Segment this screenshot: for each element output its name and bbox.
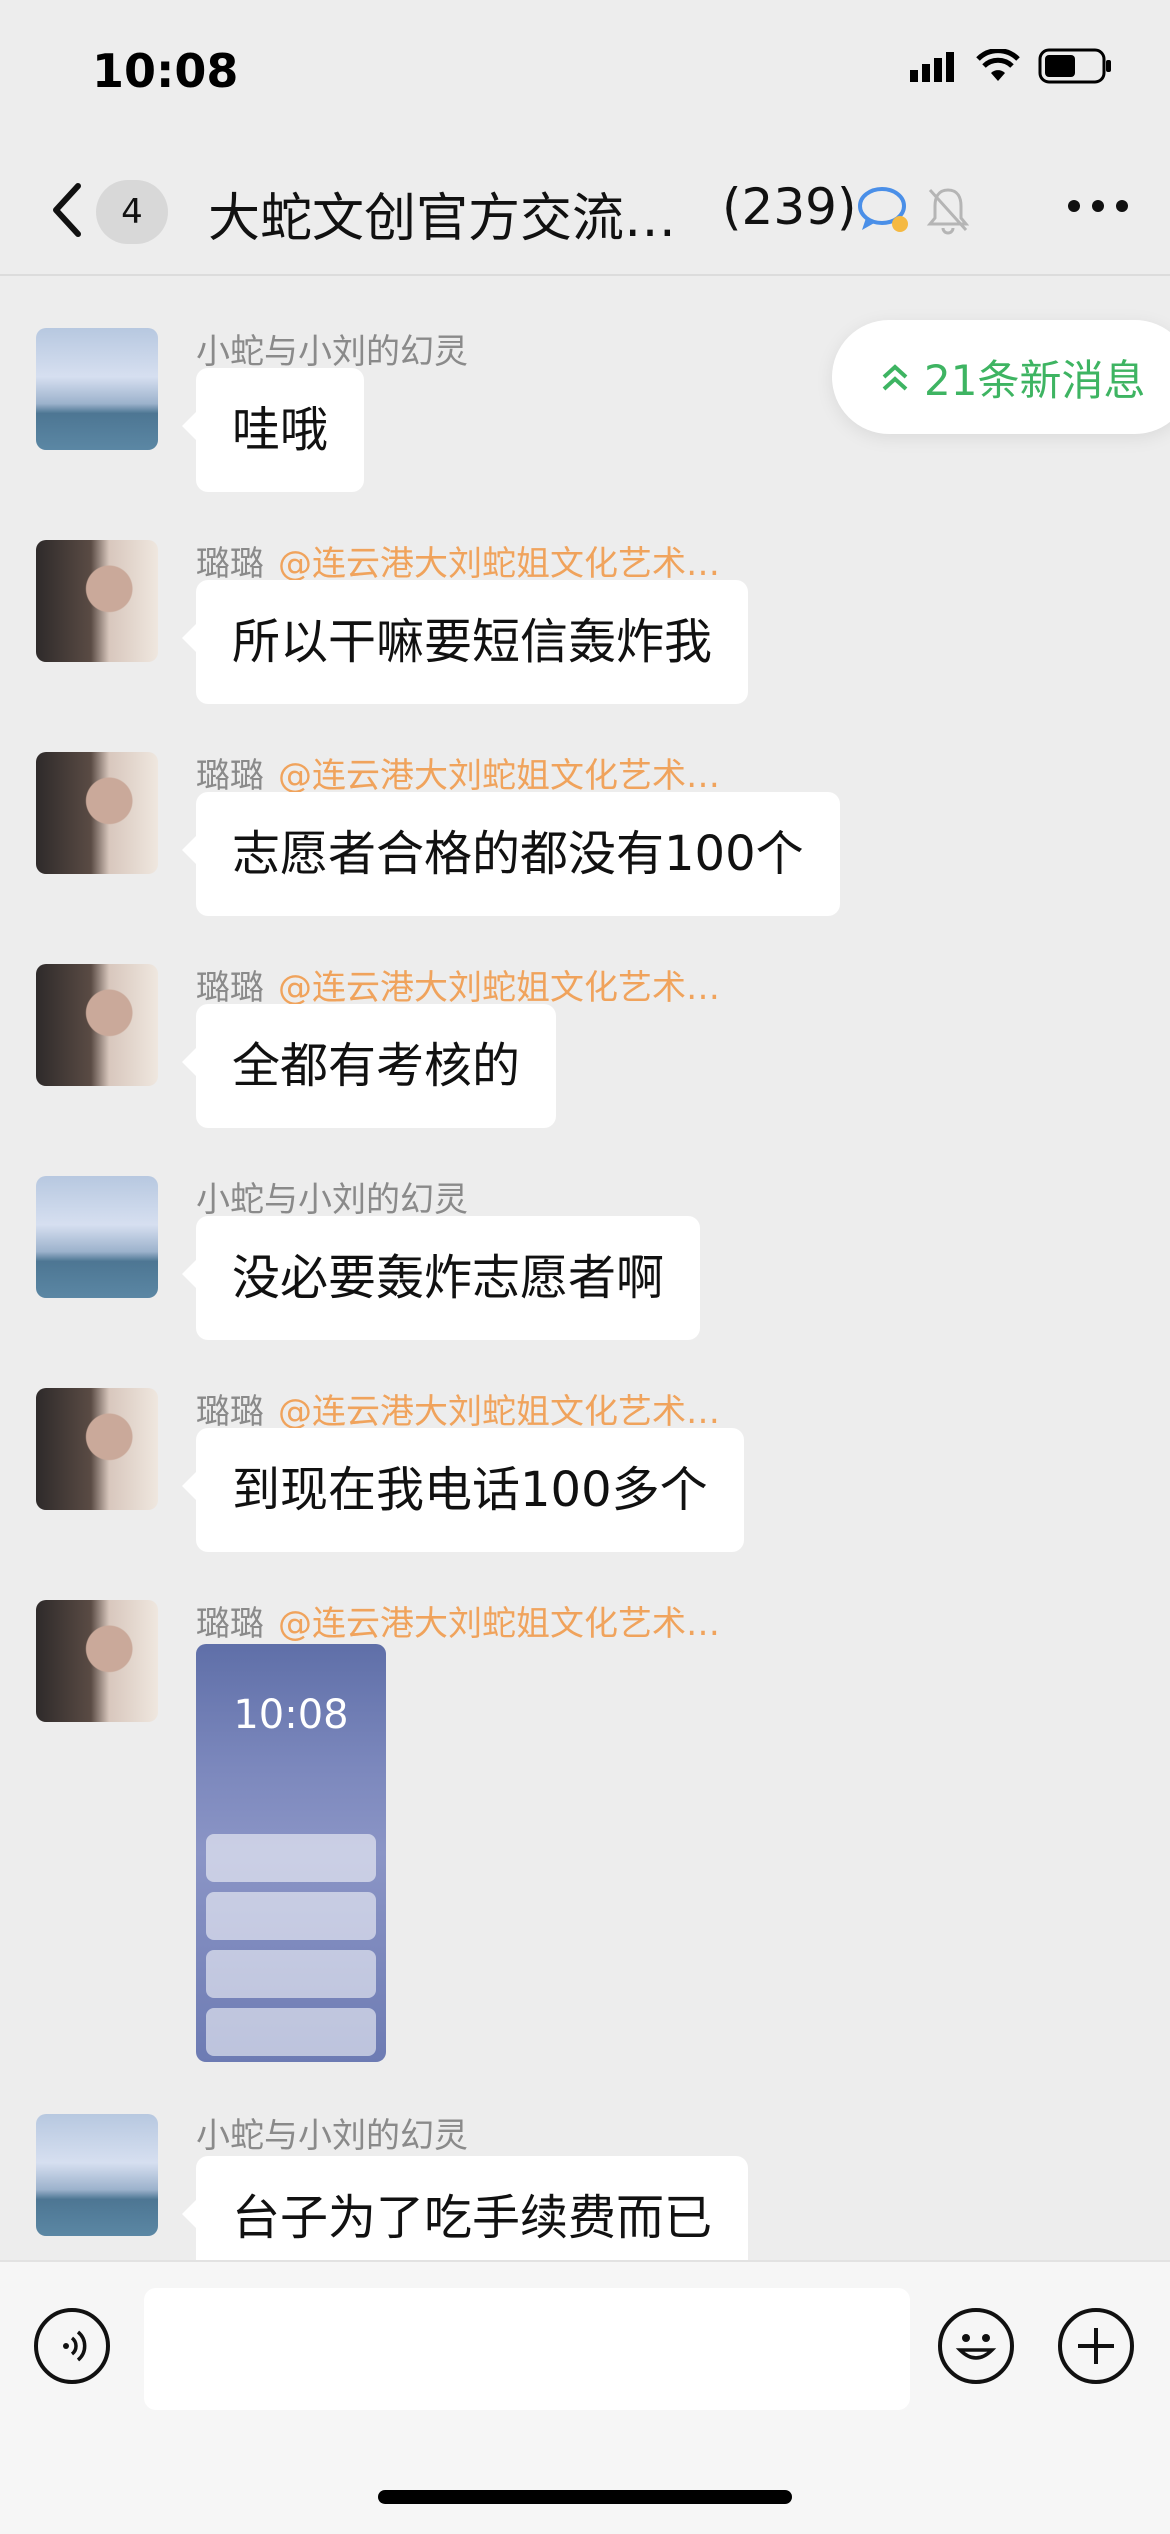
message-bubble[interactable]: 全都有考核的 — [181, 1004, 557, 1128]
avatar[interactable] — [36, 1600, 158, 1722]
voice-button[interactable] — [34, 2308, 110, 2384]
mention-tag: @连云港大刘蛇姐文化艺术… — [278, 1604, 720, 1644]
sender-name: 璐璐 @连云港大刘蛇姐文化艺术… — [196, 544, 720, 584]
more-dot-icon — [1116, 200, 1128, 212]
smiley-icon — [955, 2334, 997, 2360]
avatar[interactable] — [36, 1176, 158, 1298]
new-messages-button[interactable]: 21条新消息 — [832, 320, 1170, 434]
status-time: 10:08 — [92, 44, 239, 98]
member-count: (239) — [722, 178, 857, 236]
emoji-button[interactable] — [938, 2308, 1014, 2384]
chat-bubble-icon — [858, 187, 908, 232]
signal-icon — [910, 52, 954, 82]
image-notification-card — [206, 1834, 376, 1882]
image-notification-card — [206, 1950, 376, 1998]
battery-icon — [1038, 48, 1111, 84]
mention-tag: @连云港大刘蛇姐文化艺术… — [278, 1392, 720, 1432]
sender-name: 璐璐 @连云港大刘蛇姐文化艺术… — [196, 1392, 720, 1432]
avatar[interactable] — [36, 328, 158, 450]
voice-wave-icon — [63, 2330, 87, 2362]
avatar[interactable] — [36, 2114, 158, 2236]
message-bubble[interactable]: 哇哦 — [181, 368, 365, 492]
message-bubble[interactable]: 到现在我电话100多个 — [182, 1428, 744, 1552]
message-bubble[interactable]: 没必要轰炸志愿者啊 — [181, 1216, 701, 1340]
sender-name: 璐璐 @连云港大刘蛇姐文化艺术… — [196, 756, 720, 796]
avatar[interactable] — [36, 540, 158, 662]
group-title[interactable]: 大蛇文创官方交流… — [208, 176, 676, 251]
image-notification-card — [206, 1892, 376, 1940]
status-icons — [910, 48, 1112, 84]
add-button[interactable] — [1058, 2308, 1134, 2384]
new-messages-label: 21条新消息 — [924, 355, 1146, 405]
message-bubble[interactable]: 所以干嘛要短信轰炸我 — [181, 580, 749, 704]
plus-icon — [1078, 2328, 1114, 2364]
avatar[interactable] — [36, 752, 158, 874]
chat-header: 4 大蛇文创官方交流… (239) — [0, 150, 1170, 276]
sender-name: 小蛇与小刘的幻灵 — [196, 1180, 468, 1220]
more-dot-icon — [1068, 200, 1080, 212]
message-input[interactable] — [144, 2288, 910, 2410]
sender-name: 璐璐 @连云港大刘蛇姐文化艺术… — [196, 968, 720, 1008]
image-lockscreen-time: 10:08 — [233, 1692, 349, 1738]
back-chevron-icon[interactable] — [46, 180, 90, 240]
sender-name: 璐璐 @连云港大刘蛇姐文化艺术… — [196, 1604, 720, 1644]
mention-tag: @连云港大刘蛇姐文化艺术… — [278, 756, 720, 796]
sender-name: 小蛇与小刘的幻灵 — [196, 2116, 468, 2156]
home-indicator[interactable] — [378, 2490, 792, 2504]
unread-count-badge[interactable]: 4 — [96, 180, 168, 244]
avatar[interactable] — [36, 964, 158, 1086]
message-bubble[interactable]: 志愿者合格的都没有100个 — [182, 792, 840, 916]
sender-name: 小蛇与小刘的幻灵 — [196, 332, 468, 372]
more-dot-icon — [1092, 200, 1104, 212]
image-notification-card — [206, 2008, 376, 2056]
nav-status-icons — [856, 184, 970, 236]
mention-tag: @连云港大刘蛇姐文化艺术… — [278, 968, 720, 1008]
image-message[interactable]: 10:08 — [196, 1644, 386, 2062]
wifi-icon — [976, 49, 1020, 81]
avatar[interactable] — [36, 1388, 158, 1510]
more-options-button[interactable] — [1068, 200, 1128, 212]
mute-bell-icon — [926, 188, 970, 235]
mention-tag: @连云港大刘蛇姐文化艺术… — [278, 544, 720, 584]
double-chevron-up-icon — [882, 364, 908, 391]
status-bar: 10:08 — [0, 0, 1170, 150]
